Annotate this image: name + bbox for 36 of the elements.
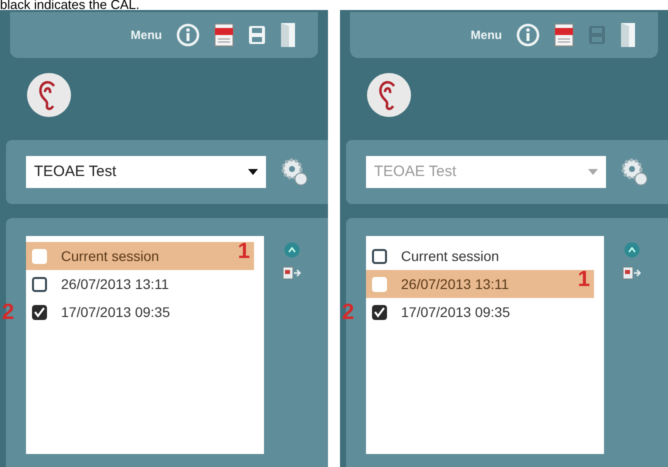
session-row[interactable]: Current session xyxy=(366,242,594,270)
annotation-number: 2 xyxy=(342,301,354,323)
pdf-icon[interactable] xyxy=(214,23,234,47)
pdf-icon[interactable] xyxy=(554,23,574,47)
export-icon[interactable] xyxy=(622,264,642,280)
session-label: Current session xyxy=(401,246,500,266)
annotation-number: 2 xyxy=(2,301,14,323)
session-label: 17/07/2013 09:35 xyxy=(61,302,170,322)
checkbox[interactable] xyxy=(372,276,387,292)
session-label: Current session xyxy=(61,246,160,266)
ear-icon[interactable] xyxy=(366,72,412,118)
session-label: 26/07/2013 13:11 xyxy=(401,274,509,294)
gear-icon[interactable] xyxy=(280,157,308,187)
checkbox[interactable] xyxy=(372,304,387,320)
checkbox[interactable] xyxy=(372,248,387,264)
session-row[interactable]: 26/07/2013 13:11 1 xyxy=(366,270,594,298)
session-row[interactable]: 26/07/2013 13:11 xyxy=(26,270,254,298)
info-icon[interactable] xyxy=(176,23,200,47)
test-dropdown[interactable]: TEOAE Test xyxy=(26,156,266,188)
gear-icon[interactable] xyxy=(620,157,648,187)
info-icon[interactable] xyxy=(516,23,540,47)
checkbox[interactable] xyxy=(32,304,47,320)
checkbox[interactable] xyxy=(32,248,47,264)
door-icon[interactable] xyxy=(280,22,296,48)
caret-icon xyxy=(248,169,258,175)
checkbox[interactable] xyxy=(32,276,47,292)
annotation-number: 1 xyxy=(238,240,250,262)
session-label: 26/07/2013 13:11 xyxy=(61,274,169,294)
door-icon[interactable] xyxy=(620,22,636,48)
session-label: 17/07/2013 09:35 xyxy=(401,302,510,322)
export-icon[interactable] xyxy=(282,264,302,280)
session-row[interactable]: Current session 1 xyxy=(26,242,254,270)
annotation-number: 1 xyxy=(578,268,590,290)
save-icon[interactable] xyxy=(248,25,266,45)
caret-icon xyxy=(588,169,598,175)
ear-icon[interactable] xyxy=(26,72,72,118)
